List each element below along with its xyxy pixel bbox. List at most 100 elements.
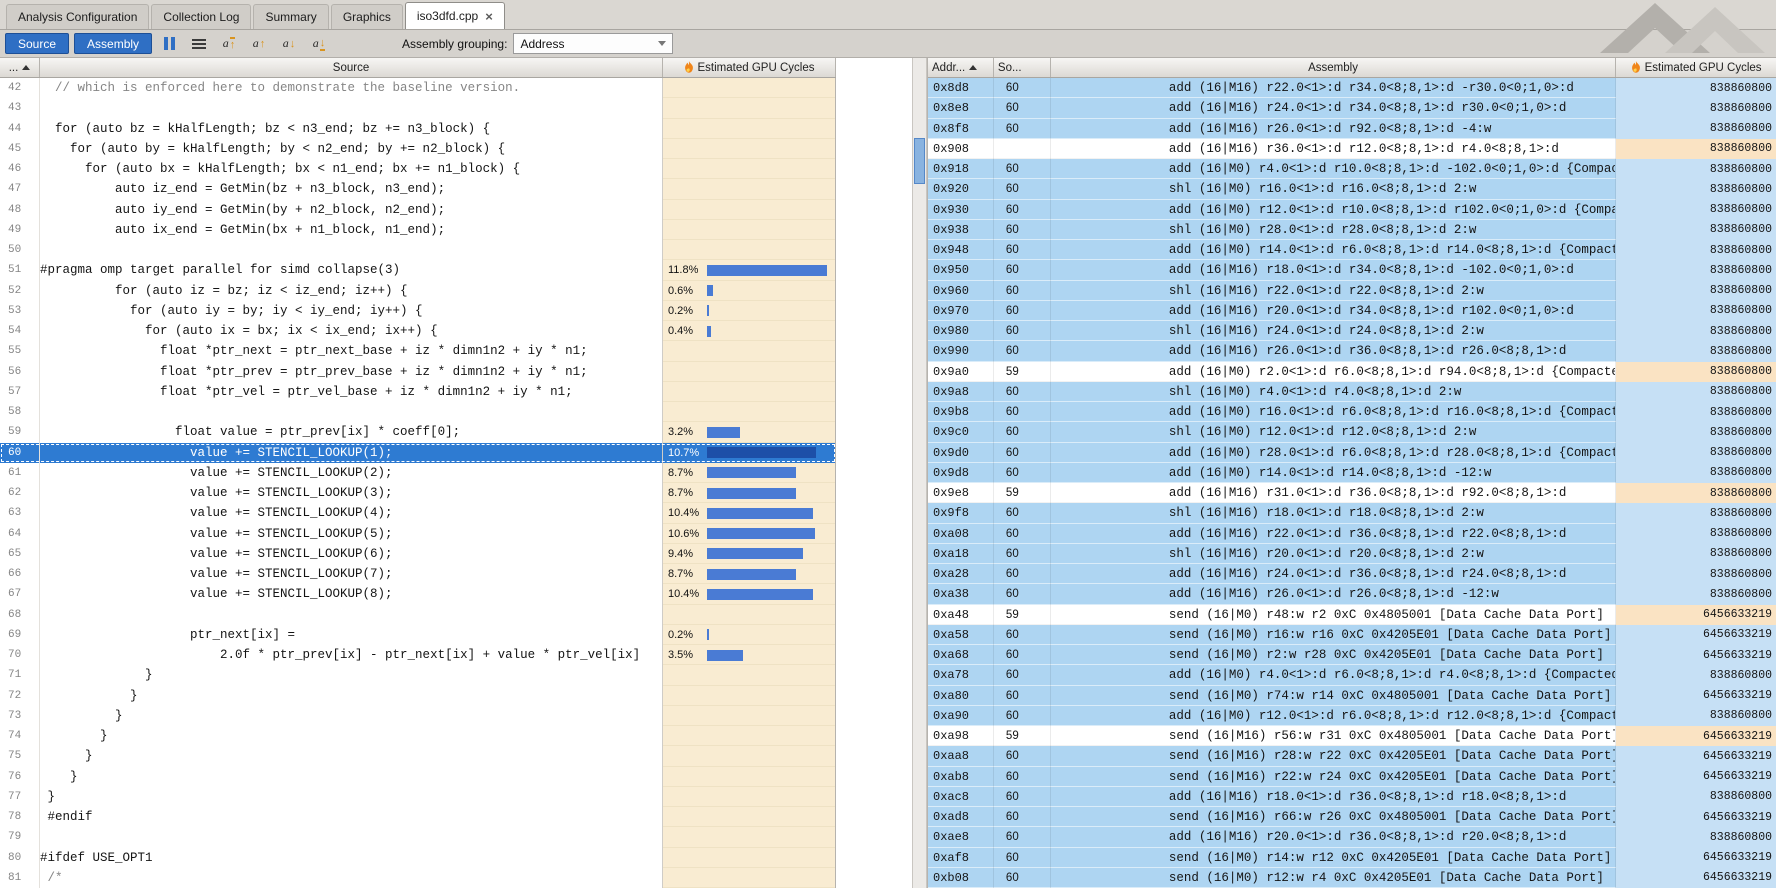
source-row[interactable]: 66 value += STENCIL_LOOKUP(7);8.7%	[0, 564, 836, 584]
assembly-row[interactable]: 0xa6860send (16|M0) r2:w r28 0xC 0x4205E…	[928, 645, 1776, 665]
assembly-row[interactable]: 0x9d860add (16|M0) r14.0<1>:d r14.0<8;8,…	[928, 463, 1776, 483]
assembly-row[interactable]: 0x8e860add (16|M16) r24.0<1>:d r34.0<8;8…	[928, 98, 1776, 118]
source-row[interactable]: 79	[0, 827, 836, 847]
gpu-cycles-column-header[interactable]: Estimated GPU Cycles	[663, 58, 836, 77]
source-row[interactable]: 50	[0, 240, 836, 260]
assembly-row[interactable]: 0xad860send (16|M16) r66:w r26 0xC 0x480…	[928, 807, 1776, 827]
assembly-row[interactable]: 0xa0860add (16|M16) r22.0<1>:d r36.0<8;8…	[928, 524, 1776, 544]
assembly-row[interactable]: 0xa5860send (16|M0) r16:w r16 0xC 0x4205…	[928, 625, 1776, 645]
source-row[interactable]: 74 }	[0, 726, 836, 746]
line-column-header[interactable]: ...	[0, 58, 40, 77]
source-row[interactable]: 70 2.0f * ptr_prev[ix] - ptr_next[ix] + …	[0, 645, 836, 665]
source-row[interactable]: 62 value += STENCIL_LOOKUP(3);8.7%	[0, 483, 836, 503]
source-row[interactable]: 67 value += STENCIL_LOOKUP(8);10.4%	[0, 584, 836, 604]
tab-graphics[interactable]: Graphics	[331, 4, 403, 29]
assembly-row[interactable]: 0x93860shl (16|M0) r28.0<1>:d r28.0<8;8,…	[928, 220, 1776, 240]
tab-analysis-configuration[interactable]: Analysis Configuration	[6, 4, 149, 29]
source-row[interactable]: 49 auto ix_end = GetMin(bx + n1_block, n…	[0, 220, 836, 240]
source-row[interactable]: 61 value += STENCIL_LOOKUP(2);8.7%	[0, 463, 836, 483]
assembly-row[interactable]: 0x8f860add (16|M16) r26.0<1>:d r92.0<8;8…	[928, 119, 1776, 139]
assembly-grouping-dropdown[interactable]: Address	[513, 33, 673, 54]
source-row[interactable]: 45 for (auto by = kHalfLength; by < n2_e…	[0, 139, 836, 159]
assembly-column-header[interactable]: Assembly	[1051, 58, 1616, 77]
assembly-row[interactable]: 0xaa860send (16|M16) r28:w r22 0xC 0x420…	[928, 746, 1776, 766]
assembly-row[interactable]: 0x95060add (16|M16) r18.0<1>:d r34.0<8;8…	[928, 260, 1776, 280]
source-row[interactable]: 78 #endif	[0, 807, 836, 827]
address-column-header[interactable]: Addr...	[928, 58, 994, 77]
assembly-row[interactable]: 0x94860add (16|M0) r14.0<1>:d r6.0<8;8,1…	[928, 240, 1776, 260]
source-row[interactable]: 43	[0, 98, 836, 118]
assembly-row[interactable]: 0xaf860send (16|M0) r14:w r12 0xC 0x4205…	[928, 848, 1776, 868]
next-hotspot-icon[interactable]: a↓	[276, 33, 302, 55]
tab-collection-log[interactable]: Collection Log	[151, 4, 251, 29]
assembly-row[interactable]: 0xae860add (16|M16) r20.0<1>:d r36.0<8;8…	[928, 827, 1776, 847]
source-row[interactable]: 77 }	[0, 787, 836, 807]
assembly-row[interactable]: 0xa1860shl (16|M16) r20.0<1>:d r20.0<8;8…	[928, 544, 1776, 564]
gpu-cycles-column-header[interactable]: Estimated GPU Cycles	[1616, 58, 1776, 77]
pause-icon[interactable]	[156, 33, 182, 55]
assembly-row[interactable]: 0xab860send (16|M16) r22:w r24 0xC 0x420…	[928, 767, 1776, 787]
assembly-row[interactable]: 0xa4859send (16|M0) r48:w r2 0xC 0x48050…	[928, 605, 1776, 625]
source-row[interactable]: 56 float *ptr_prev = ptr_prev_base + iz …	[0, 362, 836, 382]
assembly-row[interactable]: 0xac860add (16|M16) r18.0<1>:d r36.0<8;8…	[928, 787, 1776, 807]
source-row[interactable]: 57 float *ptr_vel = ptr_vel_base + iz * …	[0, 382, 836, 402]
assembly-row[interactable]: 0x9f860shl (16|M16) r18.0<1>:d r18.0<8;8…	[928, 503, 1776, 523]
source-row[interactable]: 46 for (auto bx = kHalfLength; bx < n1_e…	[0, 159, 836, 179]
source-row[interactable]: 81 /*	[0, 868, 836, 888]
source-row[interactable]: 73 }	[0, 706, 836, 726]
assembly-row[interactable]: 0x91860add (16|M0) r4.0<1>:d r10.0<8;8,1…	[928, 159, 1776, 179]
assembly-row[interactable]: 0xa7860add (16|M0) r4.0<1>:d r6.0<8;8,1>…	[928, 665, 1776, 685]
vertical-scrollbar[interactable]	[912, 58, 927, 888]
source-row[interactable]: 53 for (auto iy = by; iy < iy_end; iy++)…	[0, 301, 836, 321]
assembly-row[interactable]: 0x92060shl (16|M0) r16.0<1>:d r16.0<8;8,…	[928, 179, 1776, 199]
source-row[interactable]: 64 value += STENCIL_LOOKUP(5);10.6%	[0, 524, 836, 544]
source-row[interactable]: 47 auto iz_end = GetMin(bz + n3_block, n…	[0, 179, 836, 199]
last-hotspot-icon[interactable]: a↓	[306, 33, 332, 55]
source-row[interactable]: 60 value += STENCIL_LOOKUP(1);10.7%	[0, 443, 836, 463]
source-row[interactable]: 48 auto iy_end = GetMin(by + n2_block, n…	[0, 200, 836, 220]
assembly-row[interactable]: 0x96060shl (16|M16) r22.0<1>:d r22.0<8;8…	[928, 281, 1776, 301]
assembly-row[interactable]: 0xa2860add (16|M16) r24.0<1>:d r36.0<8;8…	[928, 564, 1776, 584]
assembly-row[interactable]: 0xa8060send (16|M0) r74:w r14 0xC 0x4805…	[928, 686, 1776, 706]
source-row[interactable]: 54 for (auto ix = bx; ix < ix_end; ix++)…	[0, 321, 836, 341]
assembly-view-button[interactable]: Assembly	[74, 33, 152, 54]
source-line-column-header[interactable]: So...	[994, 58, 1051, 77]
assembly-row[interactable]: 0x9e859add (16|M16) r31.0<1>:d r36.0<8;8…	[928, 483, 1776, 503]
assembly-row[interactable]: 0xa9060add (16|M0) r12.0<1>:d r6.0<8;8,1…	[928, 706, 1776, 726]
source-row[interactable]: 59 float value = ptr_prev[ix] * coeff[0]…	[0, 422, 836, 442]
assembly-row[interactable]: 0x98060shl (16|M16) r24.0<1>:d r24.0<8;8…	[928, 321, 1776, 341]
prev-hotspot-icon[interactable]: a↑	[246, 33, 272, 55]
assembly-row[interactable]: 0x9d060add (16|M0) r28.0<1>:d r6.0<8;8,1…	[928, 443, 1776, 463]
source-row[interactable]: 69 ptr_next[ix] =0.2%	[0, 625, 836, 645]
menu-icon[interactable]	[186, 33, 212, 55]
source-row[interactable]: 51#pragma omp target parallel for simd c…	[0, 260, 836, 280]
assembly-row[interactable]: 0x908add (16|M16) r36.0<1>:d r12.0<8;8,1…	[928, 139, 1776, 159]
first-hotspot-icon[interactable]: a↑	[216, 33, 242, 55]
assembly-row[interactable]: 0x9b860add (16|M0) r16.0<1>:d r6.0<8;8,1…	[928, 402, 1776, 422]
source-row[interactable]: 68	[0, 605, 836, 625]
scrollbar-thumb[interactable]	[914, 138, 925, 184]
source-row[interactable]: 80#ifdef USE_OPT1	[0, 848, 836, 868]
assembly-row[interactable]: 0x8d860add (16|M16) r22.0<1>:d r34.0<8;8…	[928, 78, 1776, 98]
source-row[interactable]: 42 // which is enforced here to demonstr…	[0, 78, 836, 98]
assembly-row[interactable]: 0x93060add (16|M0) r12.0<1>:d r10.0<8;8,…	[928, 200, 1776, 220]
tab-summary[interactable]: Summary	[253, 4, 328, 29]
assembly-row[interactable]: 0xa9859send (16|M16) r56:w r31 0xC 0x480…	[928, 726, 1776, 746]
tab-iso3dfd-cpp[interactable]: iso3dfd.cpp×	[405, 2, 505, 29]
close-icon[interactable]: ×	[485, 10, 493, 23]
source-row[interactable]: 65 value += STENCIL_LOOKUP(6);9.4%	[0, 544, 836, 564]
source-row[interactable]: 58	[0, 402, 836, 422]
source-row[interactable]: 44 for (auto bz = kHalfLength; bz < n3_e…	[0, 119, 836, 139]
source-row[interactable]: 75 }	[0, 746, 836, 766]
assembly-row[interactable]: 0x99060add (16|M16) r26.0<1>:d r36.0<8;8…	[928, 341, 1776, 361]
source-column-header[interactable]: Source	[40, 58, 663, 77]
assembly-row[interactable]: 0x9a059add (16|M0) r2.0<1>:d r6.0<8;8,1>…	[928, 362, 1776, 382]
source-row[interactable]: 71 }	[0, 665, 836, 685]
source-row[interactable]: 63 value += STENCIL_LOOKUP(4);10.4%	[0, 503, 836, 523]
assembly-row[interactable]: 0x97060add (16|M16) r20.0<1>:d r34.0<8;8…	[928, 301, 1776, 321]
source-row[interactable]: 72 }	[0, 686, 836, 706]
assembly-row[interactable]: 0xa3860add (16|M16) r26.0<1>:d r26.0<8;8…	[928, 584, 1776, 604]
source-view-button[interactable]: Source	[5, 33, 69, 54]
source-row[interactable]: 55 float *ptr_next = ptr_next_base + iz …	[0, 341, 836, 361]
assembly-row[interactable]: 0xb0860send (16|M0) r12:w r4 0xC 0x4205E…	[928, 868, 1776, 888]
